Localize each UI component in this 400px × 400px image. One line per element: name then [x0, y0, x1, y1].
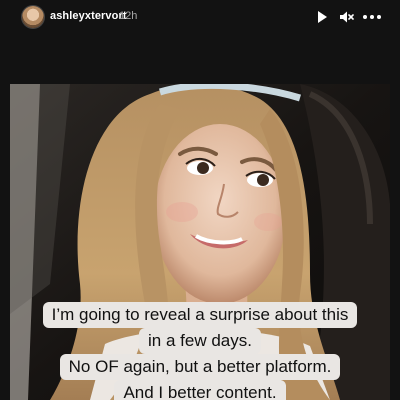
- username[interactable]: ashleyxtervort: [50, 10, 127, 22]
- caption-line: No OF again, but a better platform.: [59, 354, 341, 380]
- muted-speaker-icon[interactable]: [338, 9, 354, 25]
- play-icon[interactable]: [314, 9, 330, 25]
- caption-line: And I better content.: [114, 380, 286, 400]
- story-photo[interactable]: I’m going to reveal a surprise about thi…: [10, 84, 390, 400]
- caption-line: in a few days.: [139, 328, 261, 354]
- caption-line: I’m going to reveal a surprise about thi…: [42, 302, 358, 328]
- avatar[interactable]: [22, 6, 44, 28]
- timestamp: 12h: [119, 10, 138, 22]
- story-header: ashleyxtervort 12h: [0, 0, 400, 36]
- more-horizontal-icon[interactable]: [362, 9, 382, 25]
- story-caption: I’m going to reveal a surprise about thi…: [10, 302, 390, 400]
